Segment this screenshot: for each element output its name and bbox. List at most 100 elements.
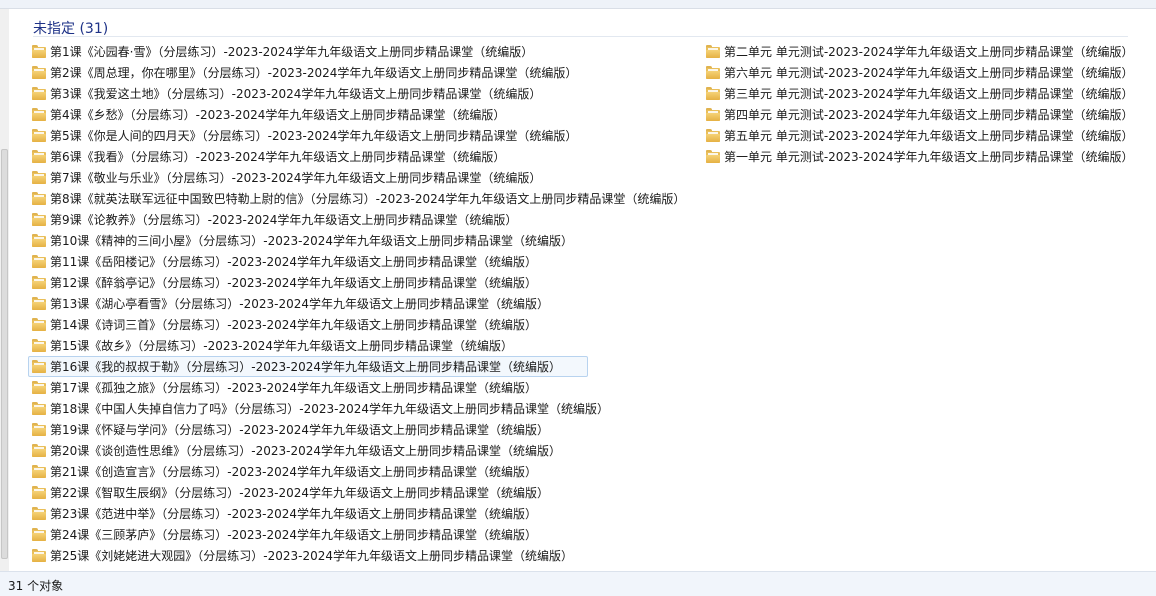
folder-icon xyxy=(32,339,46,352)
status-text: 31 个对象 xyxy=(8,579,64,593)
folder-label: 第17课《孤独之旅》（分层练习）-2023-2024学年九年级语文上册同步精品课… xyxy=(50,380,538,395)
folder-icon xyxy=(32,276,46,289)
group-header[interactable]: 未指定 (31) xyxy=(33,14,1128,37)
folder-icon xyxy=(32,87,46,100)
folder-item[interactable]: 第23课《范进中举》（分层练习）-2023-2024学年九年级语文上册同步精品课… xyxy=(28,503,588,524)
folder-icon xyxy=(32,360,46,373)
top-toolbar-edge xyxy=(0,0,1156,9)
folder-icon xyxy=(32,549,46,562)
folder-item[interactable]: 第21课《创造宣言》（分层练习）-2023-2024学年九年级语文上册同步精品课… xyxy=(28,461,588,482)
folder-label: 第19课《怀疑与学问》（分层练习）-2023-2024学年九年级语文上册同步精品… xyxy=(50,422,550,437)
folder-label: 第10课《精神的三间小屋》（分层练习）-2023-2024学年九年级语文上册同步… xyxy=(50,233,574,248)
folder-item[interactable]: 第24课《三顾茅庐》（分层练习）-2023-2024学年九年级语文上册同步精品课… xyxy=(28,524,588,545)
folder-label: 第五单元 单元测试-2023-2024学年九年级语文上册同步精品课堂（统编版） xyxy=(724,128,1134,143)
folder-item[interactable]: 第22课《智取生辰纲》（分层练习）-2023-2024学年九年级语文上册同步精品… xyxy=(28,482,588,503)
file-list-right-column: 第二单元 单元测试-2023-2024学年九年级语文上册同步精品课堂（统编版） 第… xyxy=(702,41,1142,167)
folder-label: 第3课《我爱这土地》（分层练习）-2023-2024学年九年级语文上册同步精品课… xyxy=(50,86,542,101)
folder-item[interactable]: 第1课《沁园春·雪》（分层练习）-2023-2024学年九年级语文上册同步精品课… xyxy=(28,41,588,62)
status-bar: 31 个对象 xyxy=(0,571,1156,596)
folder-item[interactable]: 第7课《敬业与乐业》（分层练习）-2023-2024学年九年级语文上册同步精品课… xyxy=(28,167,588,188)
folder-label: 第15课《故乡》（分层练习）-2023-2024学年九年级语文上册同步精品课堂（… xyxy=(50,338,514,353)
folder-item[interactable]: 第四单元 单元测试-2023-2024学年九年级语文上册同步精品课堂（统编版） xyxy=(702,104,1142,125)
folder-label: 第6课《我看》（分层练习）-2023-2024学年九年级语文上册同步精品课堂（统… xyxy=(50,149,506,164)
folder-icon xyxy=(32,234,46,247)
folder-label: 第20课《谈创造性思维》（分层练习）-2023-2024学年九年级语文上册同步精… xyxy=(50,443,562,458)
vertical-scrollbar[interactable] xyxy=(0,9,9,571)
folder-item[interactable]: 第10课《精神的三间小屋》（分层练习）-2023-2024学年九年级语文上册同步… xyxy=(28,230,588,251)
folder-item[interactable]: 第13课《湖心亭看雪》（分层练习）-2023-2024学年九年级语文上册同步精品… xyxy=(28,293,588,314)
folder-label: 第16课《我的叔叔于勒》（分层练习）-2023-2024学年九年级语文上册同步精… xyxy=(50,359,562,374)
folder-item[interactable]: 第17课《孤独之旅》（分层练习）-2023-2024学年九年级语文上册同步精品课… xyxy=(28,377,588,398)
folder-label: 第4课《乡愁》（分层练习）-2023-2024学年九年级语文上册同步精品课堂（统… xyxy=(50,107,506,122)
folder-item[interactable]: 第25课《刘姥姥进大观园》（分层练习）-2023-2024学年九年级语文上册同步… xyxy=(28,545,588,566)
folder-icon xyxy=(32,528,46,541)
folder-item[interactable]: 第16课《我的叔叔于勒》（分层练习）-2023-2024学年九年级语文上册同步精… xyxy=(28,356,588,377)
folder-label: 第7课《敬业与乐业》（分层练习）-2023-2024学年九年级语文上册同步精品课… xyxy=(50,170,542,185)
folder-label: 第12课《醉翁亭记》（分层练习）-2023-2024学年九年级语文上册同步精品课… xyxy=(50,275,538,290)
folder-icon xyxy=(32,192,46,205)
folder-label: 第三单元 单元测试-2023-2024学年九年级语文上册同步精品课堂（统编版） xyxy=(724,86,1134,101)
folder-icon xyxy=(32,150,46,163)
folder-item[interactable]: 第8课《就英法联军远征中国致巴特勒上尉的信》（分层练习）-2023-2024学年… xyxy=(28,188,685,209)
folder-icon xyxy=(32,66,46,79)
folder-label: 第21课《创造宣言》（分层练习）-2023-2024学年九年级语文上册同步精品课… xyxy=(50,464,538,479)
folder-label: 第22课《智取生辰纲》（分层练习）-2023-2024学年九年级语文上册同步精品… xyxy=(50,485,550,500)
folder-label: 第9课《论教养》（分层练习）-2023-2024学年九年级语文上册同步精品课堂（… xyxy=(50,212,518,227)
folder-label: 第8课《就英法联军远征中国致巴特勒上尉的信》（分层练习）-2023-2024学年… xyxy=(50,191,686,206)
folder-icon xyxy=(706,66,720,79)
folder-icon xyxy=(706,108,720,121)
folder-item[interactable]: 第2课《周总理，你在哪里》（分层练习）-2023-2024学年九年级语文上册同步… xyxy=(28,62,588,83)
folder-item[interactable]: 第9课《论教养》（分层练习）-2023-2024学年九年级语文上册同步精品课堂（… xyxy=(28,209,588,230)
folder-icon xyxy=(32,423,46,436)
folder-label: 第二单元 单元测试-2023-2024学年九年级语文上册同步精品课堂（统编版） xyxy=(724,44,1134,59)
folder-item[interactable]: 第3课《我爱这土地》（分层练习）-2023-2024学年九年级语文上册同步精品课… xyxy=(28,83,588,104)
folder-item[interactable]: 第6课《我看》（分层练习）-2023-2024学年九年级语文上册同步精品课堂（统… xyxy=(28,146,588,167)
folder-label: 第11课《岳阳楼记》（分层练习）-2023-2024学年九年级语文上册同步精品课… xyxy=(50,254,538,269)
folder-icon xyxy=(32,171,46,184)
folder-label: 第2课《周总理，你在哪里》（分层练习）-2023-2024学年九年级语文上册同步… xyxy=(50,65,578,80)
folder-icon xyxy=(32,465,46,478)
folder-label: 第13课《湖心亭看雪》（分层练习）-2023-2024学年九年级语文上册同步精品… xyxy=(50,296,550,311)
folder-icon xyxy=(706,45,720,58)
folder-icon xyxy=(32,45,46,58)
folder-item[interactable]: 第二单元 单元测试-2023-2024学年九年级语文上册同步精品课堂（统编版） xyxy=(702,41,1142,62)
folder-icon xyxy=(706,150,720,163)
group-title: 未指定 (31) xyxy=(33,21,109,37)
folder-item[interactable]: 第14课《诗词三首》（分层练习）-2023-2024学年九年级语文上册同步精品课… xyxy=(28,314,588,335)
scrollbar-thumb[interactable] xyxy=(1,149,8,559)
folder-icon xyxy=(32,318,46,331)
folder-label: 第18课《中国人失掉自信力了吗》（分层练习）-2023-2024学年九年级语文上… xyxy=(50,401,610,416)
folder-icon xyxy=(706,129,720,142)
folder-icon xyxy=(32,213,46,226)
folder-item[interactable]: 第19课《怀疑与学问》（分层练习）-2023-2024学年九年级语文上册同步精品… xyxy=(28,419,588,440)
folder-label: 第14课《诗词三首》（分层练习）-2023-2024学年九年级语文上册同步精品课… xyxy=(50,317,538,332)
folder-label: 第23课《范进中举》（分层练习）-2023-2024学年九年级语文上册同步精品课… xyxy=(50,506,538,521)
folder-icon xyxy=(32,108,46,121)
folder-icon xyxy=(32,381,46,394)
folder-icon xyxy=(32,402,46,415)
folder-icon xyxy=(32,255,46,268)
folder-item[interactable]: 第15课《故乡》（分层练习）-2023-2024学年九年级语文上册同步精品课堂（… xyxy=(28,335,588,356)
folder-item[interactable]: 第11课《岳阳楼记》（分层练习）-2023-2024学年九年级语文上册同步精品课… xyxy=(28,251,588,272)
folder-item[interactable]: 第18课《中国人失掉自信力了吗》（分层练习）-2023-2024学年九年级语文上… xyxy=(28,398,609,419)
folder-label: 第25课《刘姥姥进大观园》（分层练习）-2023-2024学年九年级语文上册同步… xyxy=(50,548,574,563)
folder-item[interactable]: 第六单元 单元测试-2023-2024学年九年级语文上册同步精品课堂（统编版） xyxy=(702,62,1142,83)
folder-label: 第六单元 单元测试-2023-2024学年九年级语文上册同步精品课堂（统编版） xyxy=(724,65,1134,80)
folder-item[interactable]: 第五单元 单元测试-2023-2024学年九年级语文上册同步精品课堂（统编版） xyxy=(702,125,1142,146)
folder-icon xyxy=(32,486,46,499)
folder-item[interactable]: 第三单元 单元测试-2023-2024学年九年级语文上册同步精品课堂（统编版） xyxy=(702,83,1142,104)
folder-item[interactable]: 第5课《你是人间的四月天》（分层练习）-2023-2024学年九年级语文上册同步… xyxy=(28,125,588,146)
folder-icon xyxy=(32,297,46,310)
folder-icon xyxy=(32,444,46,457)
folder-item[interactable]: 第4课《乡愁》（分层练习）-2023-2024学年九年级语文上册同步精品课堂（统… xyxy=(28,104,588,125)
file-list-left-column: 第1课《沁园春·雪》（分层练习）-2023-2024学年九年级语文上册同步精品课… xyxy=(28,41,685,566)
folder-label: 第1课《沁园春·雪》（分层练习）-2023-2024学年九年级语文上册同步精品课… xyxy=(50,44,534,59)
folder-icon xyxy=(32,507,46,520)
folder-label: 第5课《你是人间的四月天》（分层练习）-2023-2024学年九年级语文上册同步… xyxy=(50,128,578,143)
folder-icon xyxy=(706,87,720,100)
folder-item[interactable]: 第20课《谈创造性思维》（分层练习）-2023-2024学年九年级语文上册同步精… xyxy=(28,440,588,461)
folder-item[interactable]: 第一单元 单元测试-2023-2024学年九年级语文上册同步精品课堂（统编版） xyxy=(702,146,1142,167)
folder-label: 第四单元 单元测试-2023-2024学年九年级语文上册同步精品课堂（统编版） xyxy=(724,107,1134,122)
folder-icon xyxy=(32,129,46,142)
folder-item[interactable]: 第12课《醉翁亭记》（分层练习）-2023-2024学年九年级语文上册同步精品课… xyxy=(28,272,588,293)
